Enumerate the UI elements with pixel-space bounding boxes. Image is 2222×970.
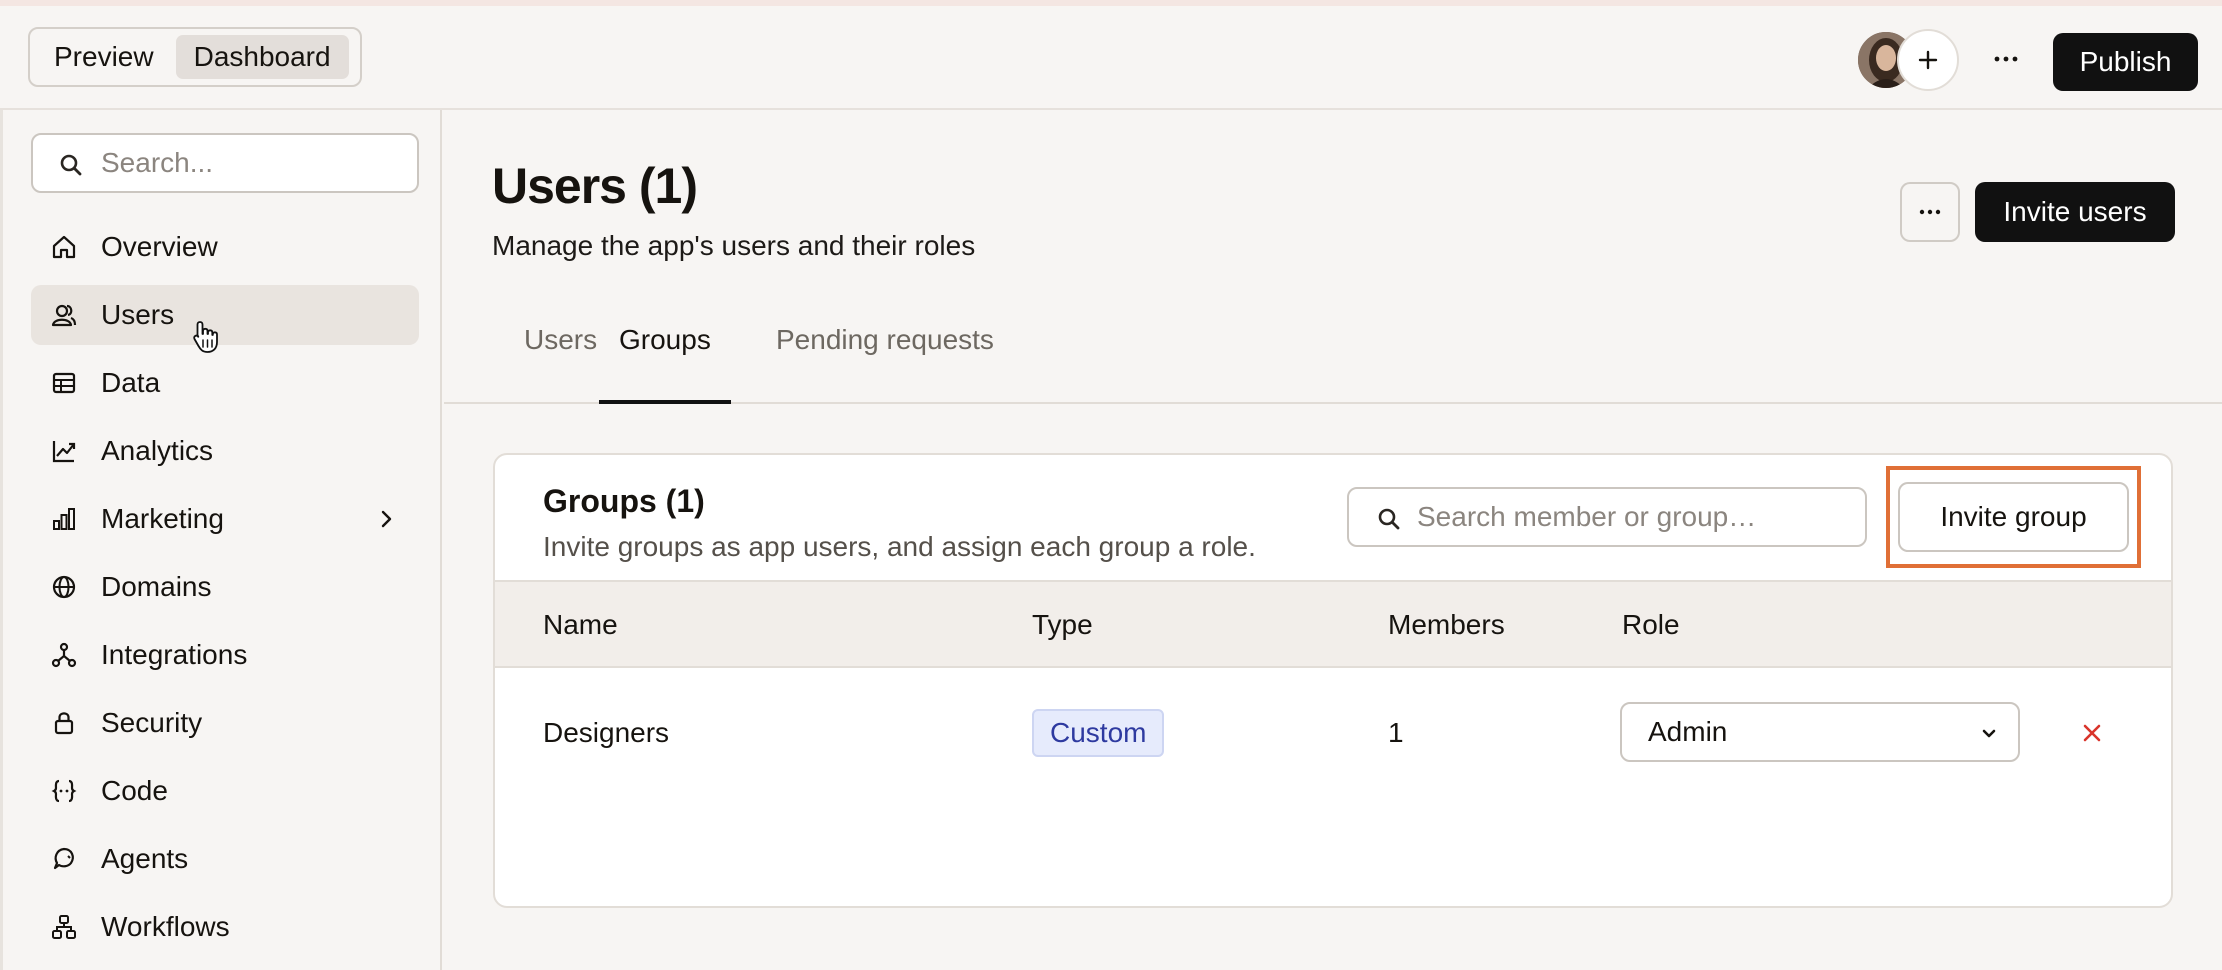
analytics-icon <box>51 438 77 464</box>
home-icon <box>51 234 77 260</box>
main-content: Users (1) Manage the app's users and the… <box>444 110 2222 970</box>
sidebar-item-label: Code <box>101 775 168 806</box>
remove-group-button[interactable] <box>2077 718 2107 748</box>
group-search-input[interactable] <box>1417 495 1857 539</box>
sidebar-item-label: Agents <box>101 843 189 874</box>
ellipsis-icon <box>1919 209 1941 215</box>
sidebar-search-input[interactable] <box>101 141 401 185</box>
sidebar-item-label: Users <box>101 299 175 330</box>
search-icon <box>59 153 83 177</box>
workflows-icon <box>51 914 77 940</box>
sidebar-item-users[interactable]: Users <box>31 285 419 345</box>
globe-icon <box>51 574 77 600</box>
role-value: Admin <box>1648 716 1728 747</box>
sidebar-search <box>31 133 419 193</box>
tab-bar: Users Groups Pending requests <box>444 308 2222 404</box>
sidebar-item-label: Workflows <box>101 911 230 942</box>
more-options-button[interactable] <box>1985 38 2027 80</box>
view-mode-toggle: Preview Dashboard <box>28 27 362 87</box>
sidebar-item-label: Domains <box>101 571 212 602</box>
sidebar-item-integrations[interactable]: Integrations <box>31 625 419 685</box>
table-header: Name Type Members Role <box>495 580 2171 668</box>
sidebar-item-domains[interactable]: Domains <box>31 557 419 617</box>
column-header-members[interactable]: Members <box>1388 582 1505 668</box>
type-badge: Custom <box>1032 709 1165 757</box>
sidebar-nav: Overview Users Data Analytics Marketing <box>31 217 419 965</box>
code-icon <box>51 778 77 804</box>
users-icon <box>51 302 77 328</box>
collaborators <box>1855 29 1960 91</box>
search-icon <box>1377 507 1401 531</box>
chevron-right-icon <box>379 509 393 529</box>
column-header-type[interactable]: Type <box>1032 582 1093 668</box>
sidebar-item-marketing[interactable]: Marketing <box>31 489 419 549</box>
page-title: Users (1) <box>492 158 698 214</box>
sidebar-item-security[interactable]: Security <box>31 693 419 753</box>
sidebar-item-label: Data <box>101 367 161 398</box>
close-icon <box>2083 724 2101 742</box>
sidebar-item-data[interactable]: Data <box>31 353 419 413</box>
sidebar-item-overview[interactable]: Overview <box>31 217 419 277</box>
integrations-icon <box>51 642 77 668</box>
invite-group-button[interactable]: Invite group <box>1898 482 2129 552</box>
ellipsis-icon <box>1994 56 2018 62</box>
groups-description: Invite groups as app users, and assign e… <box>543 531 1256 562</box>
plus-icon <box>1918 50 1938 70</box>
add-collaborator-button[interactable] <box>1897 29 1959 91</box>
hand-cursor-icon <box>192 320 220 354</box>
top-bar: Preview Dashboard Publish <box>0 0 2222 110</box>
column-header-name[interactable]: Name <box>543 582 618 668</box>
sidebar-item-label: Marketing <box>101 503 224 534</box>
sidebar-item-code[interactable]: Code <box>31 761 419 821</box>
marketing-icon <box>51 506 77 532</box>
sidebar-item-workflows[interactable]: Workflows <box>31 897 419 957</box>
sidebar: Overview Users Data Analytics Marketing <box>0 110 442 970</box>
table-row[interactable]: Designers Custom 1 Admin <box>495 668 2171 798</box>
tab-pending-requests[interactable]: Pending requests <box>756 308 1014 404</box>
invite-users-button[interactable]: Invite users <box>1975 182 2175 242</box>
sidebar-item-label: Overview <box>101 231 218 262</box>
sidebar-item-agents[interactable]: Agents <box>31 829 419 889</box>
group-name: Designers <box>543 717 670 748</box>
lock-icon <box>51 710 77 736</box>
member-count: 1 <box>1388 717 1404 748</box>
publish-button[interactable]: Publish <box>2053 33 2198 91</box>
role-select[interactable]: Admin <box>1620 702 2020 762</box>
preview-button[interactable]: Preview <box>36 35 172 79</box>
tab-groups[interactable]: Groups <box>599 308 731 404</box>
sidebar-item-analytics[interactable]: Analytics <box>31 421 419 481</box>
agents-icon <box>51 846 77 872</box>
groups-title: Groups (1) <box>543 483 705 519</box>
groups-card: Groups (1) Invite groups as app users, a… <box>493 453 2173 908</box>
sidebar-item-label: Analytics <box>101 435 214 466</box>
more-actions-button[interactable] <box>1900 182 1960 242</box>
dashboard-button[interactable]: Dashboard <box>175 35 349 79</box>
sidebar-item-label: Integrations <box>101 639 248 670</box>
sidebar-item-label: Security <box>101 707 203 738</box>
chevron-down-icon <box>1980 724 1998 742</box>
page-subtitle: Manage the app's users and their roles <box>492 230 976 261</box>
column-header-role[interactable]: Role <box>1622 582 1680 668</box>
data-icon <box>51 370 77 396</box>
group-search <box>1347 487 1867 547</box>
